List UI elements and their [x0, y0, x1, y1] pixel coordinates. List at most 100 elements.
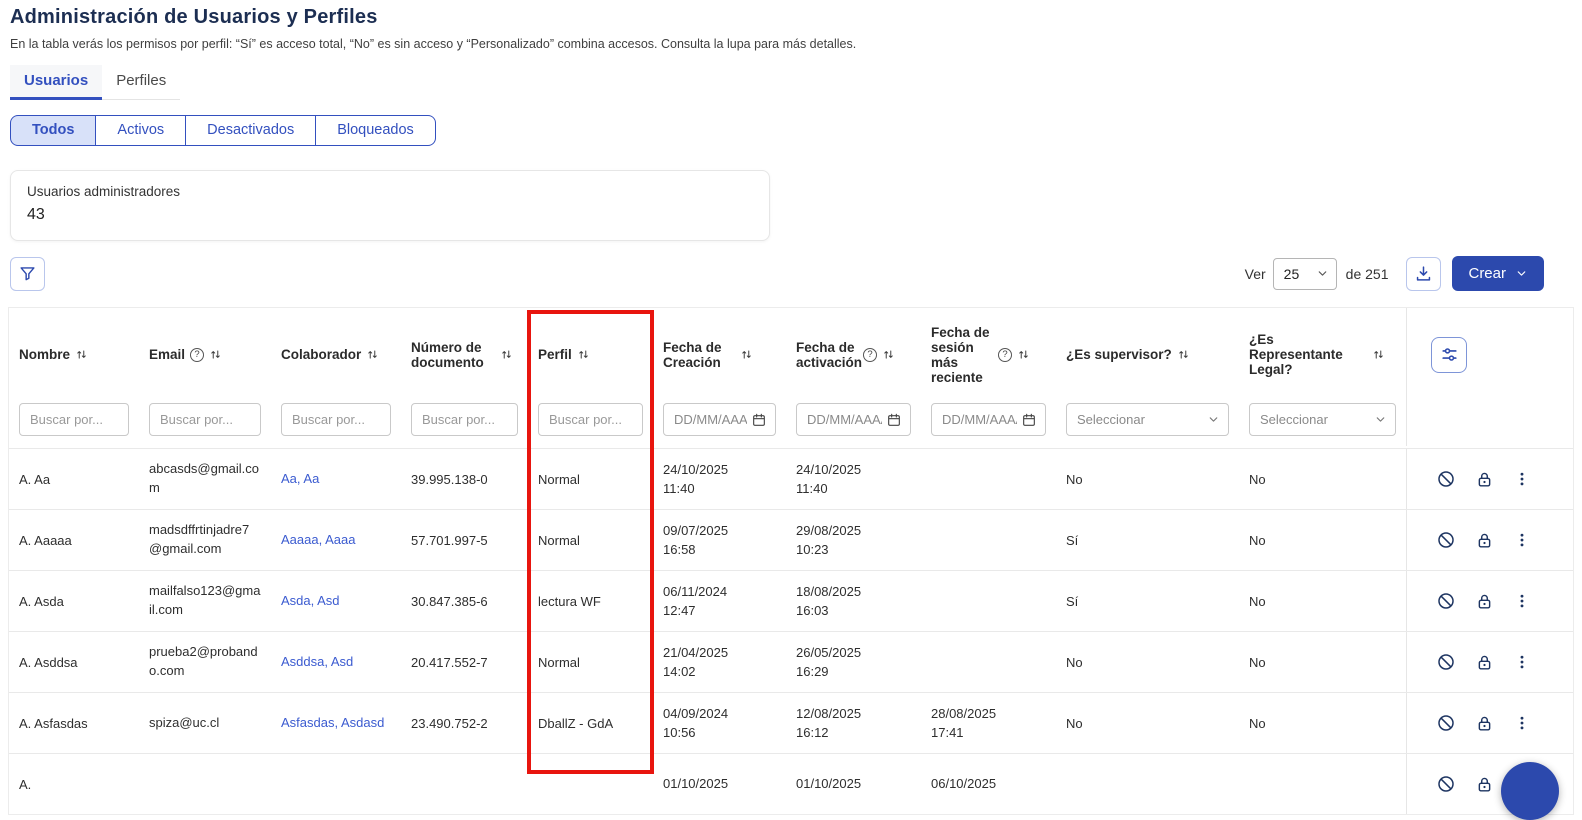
col-header-perfil[interactable]: Perfil	[528, 308, 653, 401]
filter-nombre-input[interactable]	[19, 403, 129, 436]
status-filter-bloqueados[interactable]: Bloqueados	[316, 115, 436, 146]
col-header-nombre[interactable]: Nombre	[9, 308, 139, 401]
floating-action-button[interactable]	[1501, 762, 1559, 820]
sort-icon[interactable]	[740, 348, 753, 361]
col-header-fecha-sesion[interactable]: Fecha de sesión más reciente ?	[921, 308, 1056, 401]
row-actions	[1406, 571, 1573, 631]
filter-email-input[interactable]	[149, 403, 261, 436]
col-header-documento[interactable]: Número de documento	[401, 308, 528, 401]
page-size-select[interactable]: 25	[1273, 258, 1337, 290]
lock-user-icon[interactable]	[1475, 653, 1494, 672]
table-row: A. Aa abcasds@gmail.com Aa, Aa 39.995.13…	[9, 448, 1573, 509]
status-filter-activos[interactable]: Activos	[96, 115, 186, 146]
lock-user-icon[interactable]	[1475, 470, 1494, 489]
lock-user-icon[interactable]	[1475, 714, 1494, 733]
col-header-colaborador[interactable]: Colaborador	[271, 308, 401, 401]
help-icon[interactable]: ?	[863, 348, 877, 362]
sort-icon[interactable]	[1017, 348, 1030, 361]
col-label: Fecha de activación	[796, 340, 858, 370]
colaborador-link[interactable]: Aaaaa, Aaaa	[281, 531, 355, 550]
block-user-icon[interactable]	[1436, 774, 1456, 794]
sort-icon[interactable]	[1372, 348, 1385, 361]
lock-user-icon[interactable]	[1475, 531, 1494, 550]
cell-documento: 30.847.385-6	[401, 571, 528, 631]
filter-fecha-sesion-date[interactable]: DD/MM/AAAA	[931, 403, 1046, 436]
create-button-label: Crear	[1468, 265, 1506, 282]
col-header-fecha-activacion[interactable]: Fecha de activación ?	[786, 308, 921, 401]
cell-fecha-activacion: 24/10/2025 11:40	[786, 449, 921, 509]
col-header-fecha-creacion[interactable]: Fecha de Creación	[653, 308, 786, 401]
cell-colaborador	[271, 754, 401, 814]
col-label: Número de documento	[411, 340, 495, 370]
cell-documento	[401, 754, 528, 814]
colaborador-link[interactable]: Asddsa, Asd	[281, 653, 353, 672]
status-filter-todos[interactable]: Todos	[10, 115, 96, 146]
cell-documento: 20.417.552-7	[401, 632, 528, 692]
cell-fecha-sesion	[921, 449, 1056, 509]
help-icon[interactable]: ?	[190, 348, 204, 362]
row-menu-icon[interactable]	[1513, 592, 1531, 610]
col-label: Fecha de sesión más reciente	[931, 325, 993, 385]
sort-icon[interactable]	[1177, 348, 1190, 361]
download-button[interactable]	[1406, 257, 1441, 291]
date-placeholder: DD/MM/AAAA	[807, 412, 882, 427]
colaborador-link[interactable]: Asda, Asd	[281, 592, 340, 611]
create-button[interactable]: Crear	[1452, 256, 1544, 291]
cell-representante: No	[1239, 449, 1406, 509]
tab-perfiles[interactable]: Perfiles	[102, 65, 180, 99]
status-filter-desactivados[interactable]: Desactivados	[186, 115, 316, 146]
chevron-down-icon	[1207, 413, 1220, 426]
cell-perfil: Normal	[528, 632, 653, 692]
block-user-icon[interactable]	[1436, 591, 1456, 611]
row-menu-icon[interactable]	[1513, 653, 1531, 671]
filter-button[interactable]	[10, 257, 45, 291]
calendar-icon[interactable]	[886, 412, 902, 428]
row-menu-icon[interactable]	[1513, 470, 1531, 488]
cell-supervisor: No	[1056, 632, 1239, 692]
row-menu-icon[interactable]	[1513, 714, 1531, 732]
lock-user-icon[interactable]	[1475, 775, 1494, 794]
sort-icon[interactable]	[882, 348, 895, 361]
filter-perfil-input[interactable]	[538, 403, 643, 436]
col-label: ¿Es supervisor?	[1066, 347, 1172, 362]
date-placeholder: DD/MM/AAAA	[942, 412, 1017, 427]
cell-colaborador: Asfasdas, Asdasd	[271, 693, 401, 753]
filter-colaborador-input[interactable]	[281, 403, 391, 436]
help-icon[interactable]: ?	[998, 348, 1012, 362]
cell-fecha-sesion	[921, 510, 1056, 570]
sort-icon[interactable]	[577, 348, 590, 361]
col-header-supervisor[interactable]: ¿Es supervisor?	[1056, 308, 1239, 401]
cell-perfil: Normal	[528, 449, 653, 509]
filter-fecha-creacion-date[interactable]: DD/MM/AAAA	[663, 403, 776, 436]
filter-representante-select[interactable]: Seleccionar	[1249, 403, 1396, 436]
block-user-icon[interactable]	[1436, 652, 1456, 672]
page-title: Administración de Usuarios y Perfiles	[10, 6, 1574, 29]
sort-icon[interactable]	[366, 348, 379, 361]
table-row: A. Asda mailfalso123@gmail.com Asda, Asd…	[9, 570, 1573, 631]
block-user-icon[interactable]	[1436, 713, 1456, 733]
colaborador-link[interactable]: Aa, Aa	[281, 470, 319, 489]
colaborador-link[interactable]: Asfasdas, Asdasd	[281, 714, 384, 733]
column-settings-button[interactable]	[1431, 337, 1467, 373]
block-user-icon[interactable]	[1436, 469, 1456, 489]
col-header-email[interactable]: Email ?	[139, 308, 271, 401]
col-label: Fecha de Creación	[663, 340, 735, 370]
calendar-icon[interactable]	[751, 412, 767, 428]
block-user-icon[interactable]	[1436, 530, 1456, 550]
cell-fecha-sesion: 06/10/2025	[921, 754, 1056, 814]
filter-fecha-activacion-date[interactable]: DD/MM/AAAA	[796, 403, 911, 436]
sort-icon[interactable]	[209, 348, 222, 361]
lock-user-icon[interactable]	[1475, 592, 1494, 611]
tab-usuarios[interactable]: Usuarios	[10, 65, 102, 100]
col-header-representante[interactable]: ¿Es Representante Legal?	[1239, 308, 1406, 401]
calendar-icon[interactable]	[1021, 412, 1037, 428]
sort-icon[interactable]	[500, 348, 513, 361]
row-menu-icon[interactable]	[1513, 531, 1531, 549]
cell-nombre: A. Aa	[9, 449, 139, 509]
sort-icon[interactable]	[75, 348, 88, 361]
cell-nombre: A.	[9, 754, 139, 814]
cell-colaborador: Asddsa, Asd	[271, 632, 401, 692]
cell-representante	[1239, 754, 1406, 814]
filter-documento-input[interactable]	[411, 403, 518, 436]
filter-supervisor-select[interactable]: Seleccionar	[1066, 403, 1229, 436]
